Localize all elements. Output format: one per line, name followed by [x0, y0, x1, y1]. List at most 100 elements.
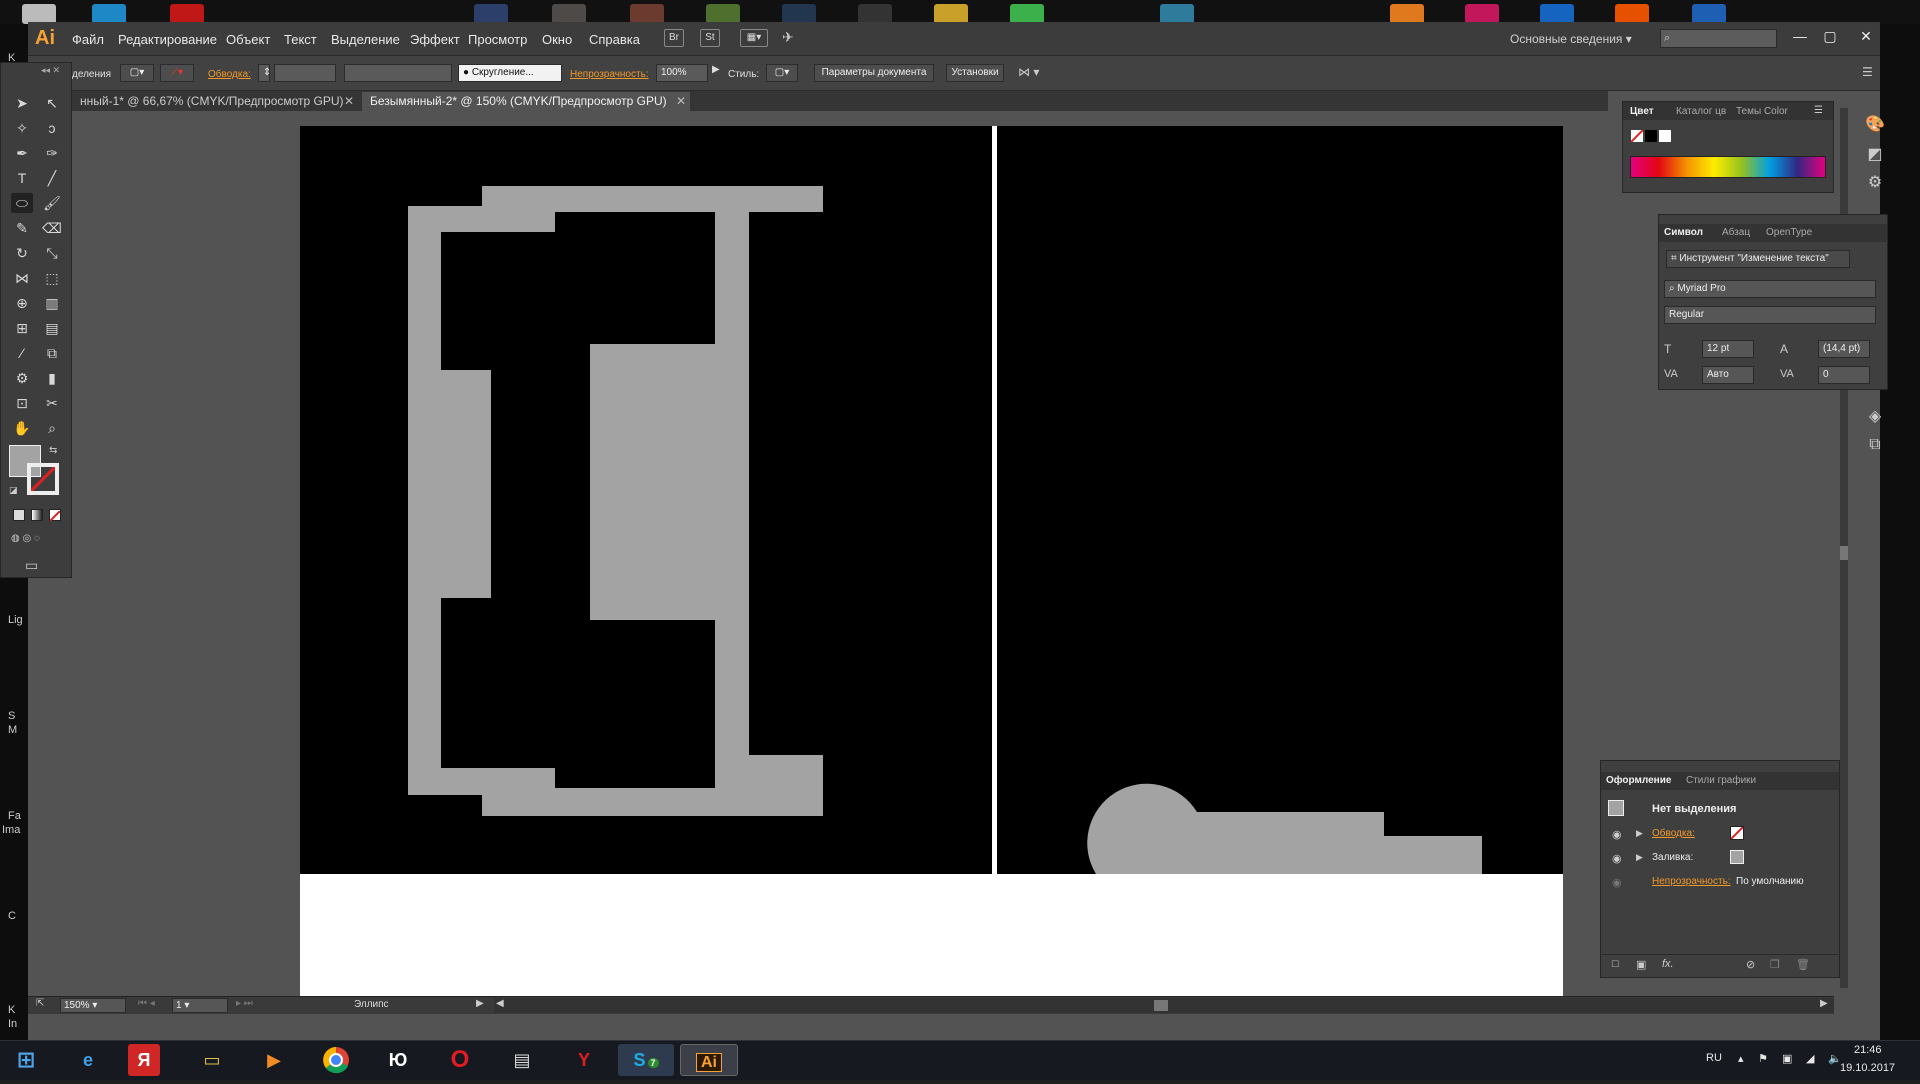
- font-size-field[interactable]: 12 pt: [1702, 340, 1754, 358]
- last-artboard-icon[interactable]: ▸ ⏭: [236, 998, 253, 1009]
- notepad-icon[interactable]: ▤: [502, 1044, 542, 1076]
- rotate-tool-icon[interactable]: ↻: [11, 243, 33, 263]
- visibility-eye-icon[interactable]: ◉: [1612, 852, 1622, 865]
- add-fill-icon[interactable]: ▣: [1636, 958, 1646, 971]
- network-icon[interactable]: ◢: [1806, 1052, 1814, 1065]
- color-panel-icon[interactable]: 🎨: [1862, 112, 1888, 138]
- color-spectrum-bar[interactable]: [1630, 156, 1826, 178]
- direct-selection-tool-icon[interactable]: ↖: [41, 93, 63, 113]
- tab-color-guide[interactable]: Каталог цв: [1676, 106, 1726, 117]
- add-stroke-icon[interactable]: □: [1612, 958, 1619, 970]
- zoom-tool-icon[interactable]: ⌕: [41, 418, 63, 438]
- fill-gray-swatch[interactable]: [1730, 850, 1744, 864]
- color-guide-panel-icon[interactable]: ⚙: [1862, 170, 1888, 196]
- perspective-grid-tool-icon[interactable]: ▥: [41, 293, 63, 313]
- type-tool-icon[interactable]: T: [11, 168, 33, 188]
- clock-date[interactable]: 19.10.2017: [1840, 1062, 1895, 1074]
- tab-graphic-styles[interactable]: Стили графики: [1686, 775, 1756, 786]
- opera-icon[interactable]: O: [440, 1044, 480, 1076]
- eyedropper-tool-icon[interactable]: ⁄: [11, 343, 33, 363]
- stroke-none-swatch[interactable]: [1730, 826, 1744, 840]
- first-artboard-icon[interactable]: ⏮ ◂: [138, 998, 155, 1009]
- delete-item-icon[interactable]: 🗑: [1796, 958, 1810, 971]
- panel-menu-icon[interactable]: ☰: [1814, 105, 1823, 116]
- clock-time[interactable]: 21:46: [1854, 1044, 1882, 1056]
- tracking-field[interactable]: 0: [1818, 366, 1870, 384]
- mesh-tool-icon[interactable]: ⊞: [11, 318, 33, 338]
- black-swatch[interactable]: [1645, 130, 1657, 142]
- tab-character[interactable]: Символ: [1664, 227, 1703, 238]
- illustrator-taskbar-icon[interactable]: Ai: [680, 1044, 738, 1076]
- appearance-stroke-label[interactable]: Обводка:: [1652, 828, 1695, 839]
- add-effect-button[interactable]: fx.: [1662, 958, 1674, 970]
- touch-type-tool-button[interactable]: ⌗ Инструмент "Изменение текста": [1666, 250, 1850, 268]
- swap-fill-stroke-icon[interactable]: ⇆: [49, 445, 57, 456]
- width-tool-icon[interactable]: ⋈: [11, 268, 33, 288]
- skype-icon[interactable]: S7: [618, 1044, 674, 1076]
- stroke-color-swatch[interactable]: [27, 463, 59, 495]
- free-transform-tool-icon[interactable]: ⬚: [41, 268, 63, 288]
- gradient-tool-icon[interactable]: ▤: [41, 318, 63, 338]
- lasso-tool-icon[interactable]: ↄ: [41, 118, 63, 138]
- layers-panel-icon[interactable]: ◈: [1862, 404, 1888, 430]
- column-graph-tool-icon[interactable]: ▮: [41, 368, 63, 388]
- blend-tool-icon[interactable]: ⧉: [41, 343, 63, 363]
- scrollbar-thumb[interactable]: [1154, 1000, 1168, 1011]
- duplicate-item-icon[interactable]: ❐: [1770, 958, 1780, 971]
- paintbrush-tool-icon[interactable]: 🖌: [41, 193, 63, 213]
- scrollbar-thumb[interactable]: [1840, 546, 1848, 560]
- shape-builder-tool-icon[interactable]: ⊕: [11, 293, 33, 313]
- magic-wand-tool-icon[interactable]: ✧: [11, 118, 33, 138]
- selection-tool-icon[interactable]: ➤: [11, 93, 33, 113]
- file-explorer-icon[interactable]: ▭: [192, 1044, 232, 1076]
- media-player-icon[interactable]: ▶: [254, 1044, 294, 1076]
- visibility-eye-icon[interactable]: ◉: [1612, 828, 1622, 841]
- tray-arrow-icon[interactable]: ▴: [1738, 1052, 1744, 1065]
- scroll-left-icon[interactable]: ◀: [496, 998, 504, 1009]
- eraser-tool-icon[interactable]: ⌫: [41, 218, 63, 238]
- visibility-eye-icon[interactable]: ◉: [1612, 876, 1622, 889]
- leading-field[interactable]: (14,4 pt): [1818, 340, 1870, 358]
- appearance-fill-label[interactable]: Заливка:: [1652, 852, 1693, 863]
- artboard-number-field[interactable]: 1 ▾: [172, 998, 228, 1013]
- expand-triangle-icon[interactable]: ▶: [1636, 828, 1643, 839]
- font-family-select[interactable]: ⌕ Myriad Pro: [1664, 280, 1876, 298]
- drawing-modes-icon[interactable]: ◍ ◎ ◌: [11, 533, 40, 544]
- scale-tool-icon[interactable]: ⤡: [41, 243, 63, 263]
- horizontal-scrollbar[interactable]: ◀ ▶: [494, 998, 1834, 1013]
- gradient-panel-icon[interactable]: ◩: [1862, 142, 1888, 168]
- scroll-right-icon[interactable]: ▶: [1820, 998, 1828, 1009]
- white-swatch[interactable]: [1659, 130, 1671, 142]
- yandex-browser-icon[interactable]: Я: [128, 1044, 160, 1076]
- hand-tool-icon[interactable]: ✋: [11, 418, 33, 438]
- collapse-panel-icon[interactable]: ◂◂ ✕: [41, 65, 60, 76]
- color-mode-icon[interactable]: [13, 509, 25, 521]
- line-tool-icon[interactable]: ╱: [41, 168, 63, 188]
- clear-appearance-icon[interactable]: ⊘: [1746, 958, 1755, 971]
- pen-tool-icon[interactable]: ✒: [11, 143, 33, 163]
- kerning-field[interactable]: Авто: [1702, 366, 1754, 384]
- gradient-mode-icon[interactable]: [31, 509, 43, 521]
- default-fill-stroke-icon[interactable]: ◪: [9, 485, 18, 496]
- appearance-opacity-label[interactable]: Непрозрачность:: [1652, 876, 1731, 887]
- zoom-level-field[interactable]: 150% ▾: [60, 998, 126, 1013]
- yandex-icon[interactable]: Y: [564, 1044, 604, 1076]
- device-icon[interactable]: ▣: [1782, 1052, 1792, 1065]
- expand-triangle-icon[interactable]: ▶: [1636, 852, 1643, 863]
- yu-app-icon[interactable]: Ю: [378, 1044, 418, 1076]
- shaper-tool-icon[interactable]: ✎: [11, 218, 33, 238]
- status-menu-arrow-icon[interactable]: ▶: [476, 998, 484, 1009]
- chrome-icon[interactable]: [316, 1044, 356, 1076]
- tab-opentype[interactable]: OpenType: [1766, 227, 1812, 238]
- symbol-sprayer-tool-icon[interactable]: ⚙: [11, 368, 33, 388]
- screen-mode-icon[interactable]: ▭: [25, 557, 38, 574]
- tab-appearance[interactable]: Оформление: [1606, 775, 1671, 786]
- font-style-select[interactable]: Regular: [1664, 306, 1876, 324]
- none-mode-icon[interactable]: [49, 509, 61, 522]
- internet-explorer-icon[interactable]: e: [68, 1044, 108, 1076]
- artboard-tool-icon[interactable]: ⊡: [11, 393, 33, 413]
- artboards-panel-icon[interactable]: ⧉: [1862, 432, 1888, 458]
- tab-paragraph[interactable]: Абзац: [1722, 227, 1750, 238]
- ellipse-tool-icon[interactable]: ⬭: [11, 193, 33, 213]
- action-center-flag-icon[interactable]: ⚑: [1758, 1052, 1768, 1065]
